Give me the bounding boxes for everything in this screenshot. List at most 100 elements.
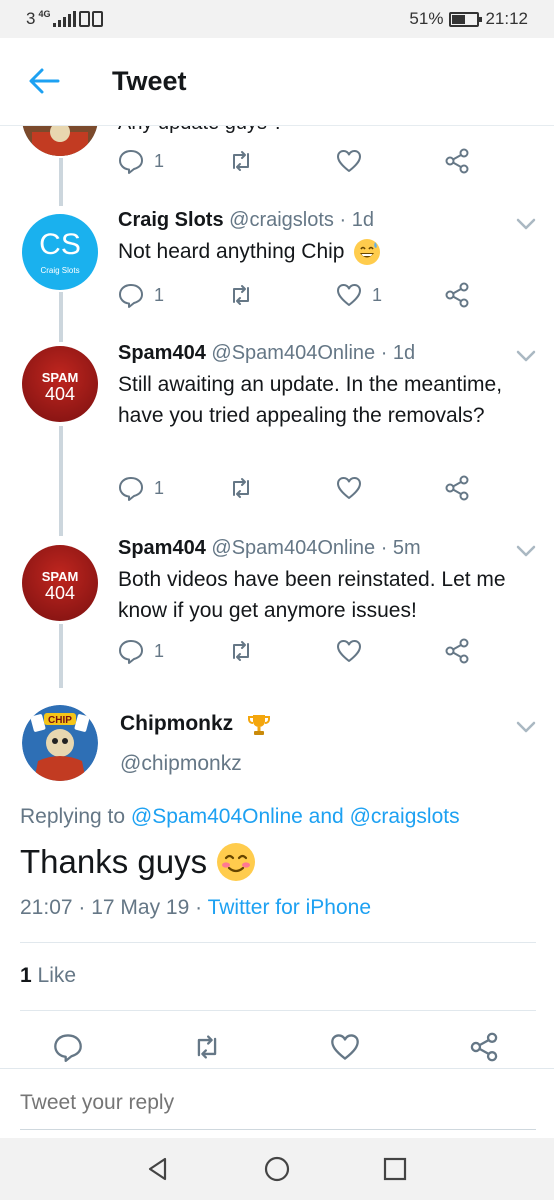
avatar-subtext: Craig Slots [40, 266, 80, 275]
share-action[interactable] [444, 148, 470, 174]
reply-action[interactable]: 1 [118, 282, 164, 308]
tweet-text-container: Not heard anything Chip [118, 236, 538, 267]
reply-icon [119, 284, 143, 308]
heart-icon [337, 640, 361, 662]
main-tweet-text-container: Thanks guys [20, 843, 256, 881]
status-right: 51% 21:12 [409, 9, 528, 29]
page-title: Tweet [112, 66, 187, 96]
avatar-text-bottom: 404 [44, 583, 76, 603]
tweet-time: · 1d [380, 342, 416, 364]
replying-user-link[interactable]: @Spam404Online [131, 805, 303, 828]
retweet-icon[interactable] [192, 1032, 222, 1062]
battery-icon [449, 11, 483, 27]
nfc-icon [79, 11, 104, 27]
partial-tweet-actions: 1 [118, 148, 478, 178]
retweet-action[interactable] [228, 282, 254, 308]
tweet-date: 17 May 19 [91, 896, 190, 919]
like-label: Like [37, 964, 77, 987]
thread-line [59, 292, 63, 342]
display-name[interactable]: Craig Slots [118, 209, 224, 231]
display-name[interactable]: Chipmonkz [120, 712, 233, 736]
like-action[interactable]: 1 [336, 282, 382, 308]
retweet-icon [233, 285, 249, 305]
reply-action[interactable]: 1 [118, 475, 164, 501]
display-name[interactable]: Spam404 [118, 537, 206, 559]
reply-icon [119, 640, 143, 664]
avatar-chipmonkz[interactable]: CHIP [22, 705, 98, 781]
retweet-action[interactable] [228, 475, 254, 501]
thread-line [59, 158, 63, 206]
replying-user-link[interactable]: @craigslots [350, 805, 460, 828]
like-action[interactable] [336, 638, 362, 664]
reply-action[interactable]: 1 [118, 638, 164, 664]
tweet-time: · 1d [339, 209, 374, 231]
retweet-icon [233, 641, 249, 661]
tweet-source-link[interactable]: Twitter for iPhone [208, 896, 371, 919]
thread-line [59, 624, 63, 688]
tweet-meta: 21:07 · 17 May 19 · Twitter for iPhone [20, 896, 371, 919]
avatar-text-bottom: 404 [44, 384, 76, 404]
reply-input[interactable] [20, 1091, 520, 1115]
share-action[interactable] [444, 475, 470, 501]
back-nav-icon[interactable] [145, 1156, 171, 1182]
user-handle[interactable]: @craigslots [229, 209, 334, 231]
system-nav-bar [0, 1138, 554, 1200]
retweet-action[interactable] [228, 638, 254, 664]
like-action[interactable] [336, 475, 362, 501]
grinning-sweat-emoji [354, 239, 381, 266]
avatar-craigslots[interactable]: CS Craig Slots [22, 214, 98, 290]
retweet-action[interactable] [228, 148, 254, 174]
share-action[interactable] [444, 638, 470, 664]
share-icon [445, 148, 469, 174]
divider [20, 942, 536, 943]
share-action[interactable] [444, 282, 470, 308]
tweet-header: Spam404 @Spam404Online · 5m [118, 537, 421, 560]
share-icon [445, 282, 469, 308]
retweet-icon [233, 478, 249, 498]
tweet-text: Both videos have been reinstated. Let me… [118, 568, 506, 622]
avatar-spam404[interactable]: SPAM 404 [22, 545, 98, 621]
replying-to: Replying to @Spam404Online and @craigslo… [20, 805, 460, 829]
share-icon [445, 475, 469, 501]
avatar-logo-text: CHIP [48, 715, 72, 726]
tweet-actions: 1 [118, 475, 478, 505]
display-name[interactable]: Spam404 [118, 342, 206, 364]
signal-icon [53, 11, 77, 27]
chevron-down-icon[interactable] [516, 544, 536, 558]
chevron-down-icon[interactable] [516, 217, 536, 231]
retweet-icon [233, 151, 249, 171]
tweet-actions: 1 [118, 638, 478, 668]
chevron-down-icon[interactable] [516, 349, 536, 363]
reply-icon [119, 477, 143, 501]
reply-count: 1 [154, 477, 165, 498]
network-label: 4G [38, 9, 51, 19]
reply-count: 1 [154, 640, 165, 661]
status-left: 3 4G [26, 9, 105, 29]
user-handle[interactable]: @chipmonkz [120, 752, 242, 776]
user-handle[interactable]: @Spam404Online [211, 342, 375, 364]
heart-icon [337, 150, 361, 172]
back-arrow-icon[interactable] [28, 67, 60, 95]
reply-bar [0, 1068, 554, 1138]
heart-icon [337, 477, 361, 499]
avatar-spam404[interactable]: SPAM 404 [22, 346, 98, 422]
status-bar: 3 4G 51% 21:12 [0, 0, 554, 38]
home-nav-icon[interactable] [264, 1156, 290, 1182]
likes-count[interactable]: 1 Like [20, 964, 76, 988]
heart-icon[interactable] [330, 1032, 360, 1062]
tweet-text: Still awaiting an update. In the meantim… [118, 373, 503, 427]
reply-icon[interactable] [53, 1032, 83, 1062]
reply-action[interactable]: 1 [118, 148, 164, 174]
tweet-time: · 5m [380, 537, 421, 559]
tweet-actions: 1 1 [118, 282, 478, 312]
like-action[interactable] [336, 148, 362, 174]
avatar-initials: CS [39, 228, 81, 261]
recents-nav-icon[interactable] [382, 1156, 408, 1182]
user-handle[interactable]: @Spam404Online [211, 537, 375, 559]
share-icon[interactable] [469, 1032, 499, 1062]
tweet-header: Craig Slots @craigslots · 1d [118, 209, 374, 232]
divider [20, 1010, 536, 1011]
chevron-down-icon[interactable] [516, 720, 536, 734]
tweet-text: Not heard anything Chip [118, 240, 345, 263]
replying-prefix: Replying to [20, 805, 126, 828]
